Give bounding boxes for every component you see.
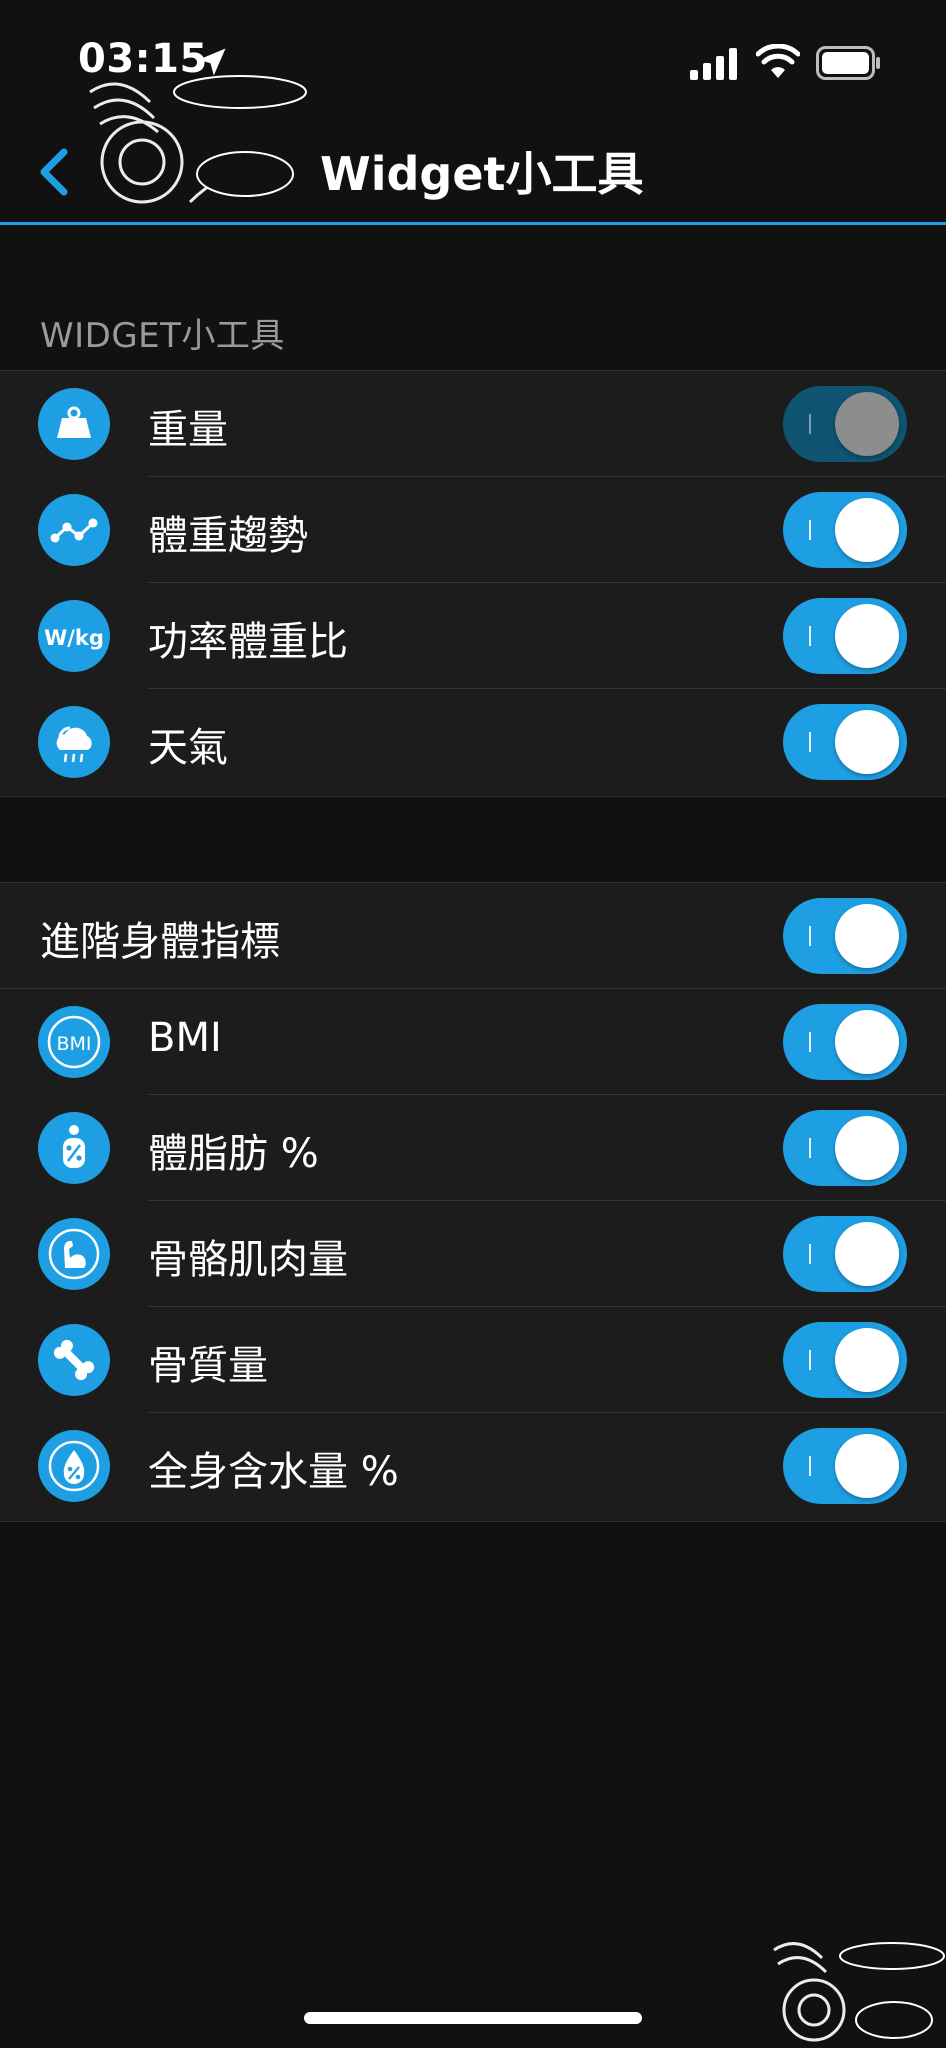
weather-icon [38,706,110,778]
list-item-label: 功率體重比 [148,619,348,665]
advanced-metrics-list: 進階身體指標 BMI BMI 體脂肪 % 骨骼肌肉量 骨質量 全身含水量 % [0,882,946,1522]
svg-text:BMI: BMI [56,1033,91,1055]
list-item-bone-mass: 骨質量 [0,1307,946,1413]
widgets-list: 重量 體重趨勢 W/kg 功率體重比 天氣 [0,370,946,797]
chevron-left-icon [40,148,68,196]
trend-chart-icon [38,494,110,566]
watermark-logo [773,1942,945,2042]
list-item-skeletal-muscle: 骨骼肌肉量 [0,1201,946,1307]
list-item-label: 全身含水量 % [148,1449,399,1495]
back-button[interactable] [28,142,84,202]
svg-text:W/kg: W/kg [44,626,104,650]
scale-weight-icon [38,388,110,460]
toggle-bone-mass[interactable] [783,1322,907,1398]
toggle-weight-trend[interactable] [783,492,907,568]
list-item-label: 骨質量 [148,1343,268,1389]
toggle-skeletal-muscle[interactable] [783,1216,907,1292]
cellular-signal-icon [690,48,737,80]
list-item-label: 天氣 [148,725,228,771]
list-item-label: 骨骼肌肉量 [148,1237,348,1283]
list-item-weight-trend: 體重趨勢 [0,477,946,583]
toggle-bmi[interactable] [783,1004,907,1080]
list-item-bmi: BMI BMI [0,989,946,1095]
toggle-weather[interactable] [783,704,907,780]
battery-icon [816,46,880,80]
muscle-icon [38,1218,110,1290]
toggle-body-water[interactable] [783,1428,907,1504]
body-fat-icon [38,1112,110,1184]
list-item-label: 體重趨勢 [148,513,308,559]
list-item-weather: 天氣 [0,689,946,795]
toggle-body-fat[interactable] [783,1110,907,1186]
list-item-body-fat: 體脂肪 % [0,1095,946,1201]
toggle-advanced-metrics[interactable] [783,898,907,974]
widgets-settings-screen: 03:15 Widget小工具 WIDGET小工具 重量 體重趨勢 W/kg 功… [0,0,946,2048]
section-header: WIDGET小工具 [40,316,285,356]
list-item-power-to-weight: W/kg 功率體重比 [0,583,946,689]
watermark-logo [89,75,307,204]
list-item-label: 重量 [148,407,228,453]
wifi-icon [756,44,800,78]
wkg-icon: W/kg [38,600,110,672]
bmi-icon: BMI [38,1006,110,1078]
list-item-weight: 重量 [0,371,946,477]
list-item-body-water: 全身含水量 % [0,1413,946,1519]
bone-icon [38,1324,110,1396]
home-indicator[interactable] [304,2012,642,2024]
water-drop-icon [38,1430,110,1502]
list-item-label: BMI [148,1015,222,1061]
list-item-label: 進階身體指標 [40,919,280,965]
list-item-advanced-metrics: 進階身體指標 [0,883,946,989]
toggle-power-to-weight[interactable] [783,598,907,674]
page-title: Widget小工具 [320,147,644,201]
toggle-weight[interactable] [783,386,907,462]
list-item-label: 體脂肪 % [148,1131,319,1177]
